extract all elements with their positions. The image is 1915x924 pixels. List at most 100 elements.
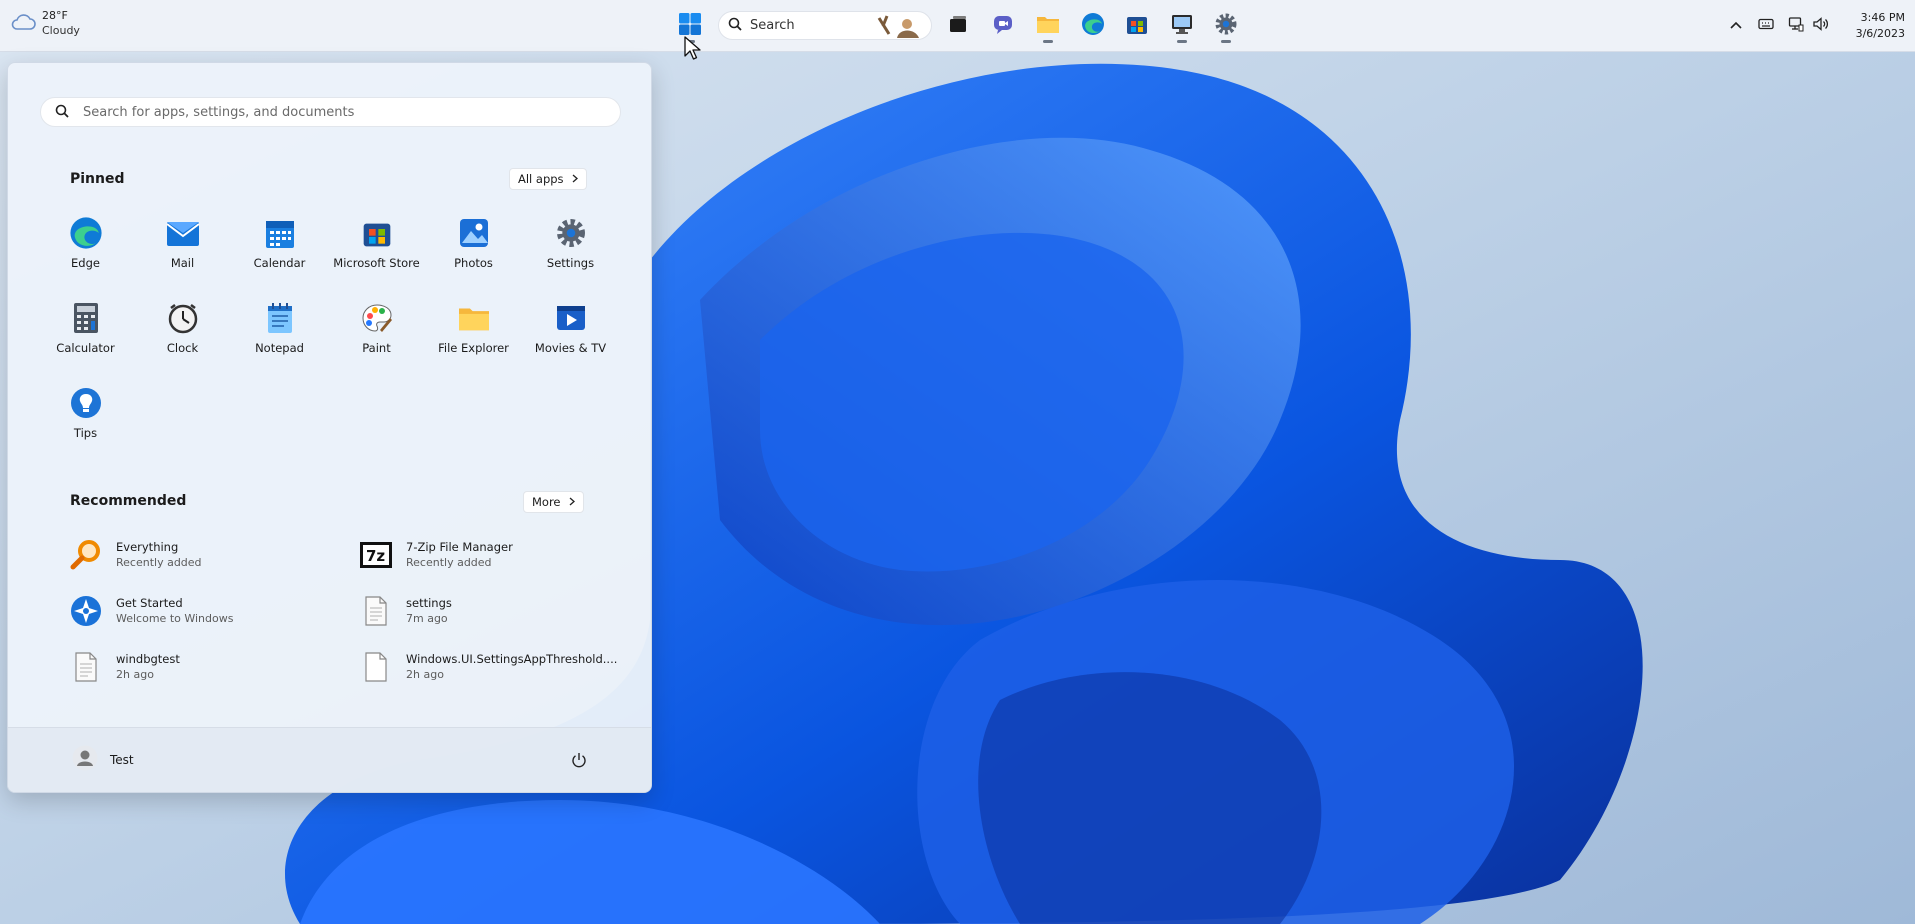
start-search-box[interactable] [40,97,621,127]
remote-desktop-taskbar-button[interactable] [1167,10,1197,43]
mouse-cursor-icon [684,36,702,65]
user-name: Test [110,752,134,767]
store-icon [359,215,395,251]
monitor-icon [1170,12,1194,39]
recommended-title-text: windbgtest [116,652,180,666]
weather-temp: 28°F [42,9,68,22]
chevron-up-icon[interactable] [1730,19,1742,33]
recommended-subtitle-text: Recently added [116,556,202,569]
volume-icon[interactable] [1812,16,1830,35]
pinned-app-mail[interactable]: Mail [134,213,231,283]
pinned-app-microsoft-store[interactable]: Microsoft Store [328,213,425,283]
recommended-subtitle-text: Recently added [406,556,492,569]
pinned-app-label: Clock [166,341,199,355]
recommended-title-text: Windows.UI.SettingsAppThreshold.... [406,652,618,666]
search-icon [728,17,742,34]
pinned-app-file-explorer[interactable]: File Explorer [425,298,522,368]
settings-taskbar-button[interactable] [1211,10,1241,43]
store-taskbar-button[interactable] [1122,10,1152,40]
mail-icon [165,215,201,251]
calculator-icon [68,300,104,336]
svg-text:7z: 7z [366,547,385,565]
7zip-icon: 7z [358,537,394,573]
pinned-app-settings[interactable]: Settings [522,213,619,283]
gear-icon [553,215,589,251]
taskbar: 28°F Cloudy Search 3:46 PM 3/6/2023 [0,0,1915,52]
pinned-app-label: Settings [546,256,595,270]
recommended-item[interactable]: windbgtest 2h ago [68,644,348,690]
folder-icon [456,300,492,336]
search-icon [55,104,69,121]
taskbar-search-label: Search [750,18,795,33]
file-explorer-button[interactable] [1033,10,1063,43]
pinned-app-label: Movies & TV [534,341,607,355]
pinned-app-label: Calendar [253,256,306,270]
clock-icon [165,300,201,336]
pinned-app-label: Mail [170,256,195,270]
keyboard-icon[interactable] [1758,18,1774,33]
task-view-button[interactable] [943,10,973,40]
user-account-button[interactable]: Test [72,745,134,774]
weather-condition: Cloudy [42,24,80,37]
movies-icon [553,300,589,336]
document-icon [358,649,394,685]
clock-time: 3:46 PM [1860,11,1905,24]
cloud-icon [10,13,36,34]
pinned-title: Pinned [70,171,125,187]
recommended-title-text: settings [406,596,452,610]
recommended-title-text: Everything [116,540,179,554]
pinned-app-label: Microsoft Store [333,256,420,270]
pinned-app-label: Calculator [56,341,115,355]
pinned-app-clock[interactable]: Clock [134,298,231,368]
weather-widget[interactable]: 28°F Cloudy [10,8,80,38]
get-started-icon [68,593,104,629]
edge-icon [1081,12,1105,39]
start-menu-footer: Test [8,727,651,792]
recommended-item[interactable]: 7z 7-Zip File Manager Recently added [358,532,638,578]
more-label: More [532,495,561,509]
recommended-subtitle-text: Welcome to Windows [116,612,234,625]
recommended-item[interactable]: Everything Recently added [68,532,348,578]
recommended-item[interactable]: settings 7m ago [358,588,638,634]
recommended-item[interactable]: Get Started Welcome to Windows [68,588,348,634]
power-icon [571,752,587,771]
recommended-title: Recommended [70,493,187,509]
power-button[interactable] [564,746,594,776]
clock[interactable]: 3:46 PM 3/6/2023 [1856,10,1905,42]
pinned-app-edge[interactable]: Edge [37,213,134,283]
recommended-item[interactable]: Windows.UI.SettingsAppThreshold.... 2h a… [358,644,638,690]
system-tray [1730,0,1830,51]
pinned-app-calculator[interactable]: Calculator [37,298,134,368]
calendar-icon [262,215,298,251]
chevron-right-icon [569,495,575,509]
pinned-app-paint[interactable]: Paint [328,298,425,368]
pinned-app-label: Photos [454,256,493,270]
pinned-app-notepad[interactable]: Notepad [231,298,328,368]
everything-search-icon [68,537,104,573]
paint-icon [359,300,395,336]
network-icon[interactable] [1788,16,1804,35]
all-apps-button[interactable]: All apps [509,168,587,190]
document-icon [358,593,394,629]
chat-icon [992,13,1014,38]
pinned-app-movies-tv[interactable]: Movies & TV [522,298,619,368]
pinned-app-calendar[interactable]: Calendar [231,213,328,283]
recommended-title-text: 7-Zip File Manager [406,540,513,554]
edge-taskbar-button[interactable] [1078,10,1108,40]
pinned-app-tips[interactable]: Tips [37,383,134,453]
clock-date: 3/6/2023 [1855,27,1905,40]
photos-icon [456,215,492,251]
taskbar-search-box[interactable]: Search [718,11,932,40]
start-search-input[interactable] [81,103,605,121]
pinned-app-photos[interactable]: Photos [425,213,522,283]
recommended-subtitle-text: 7m ago [406,612,448,625]
pinned-app-label: Notepad [255,341,304,355]
chat-button[interactable] [988,10,1018,40]
windows-logo-icon [678,12,702,39]
pinned-app-label: Edge [71,256,100,270]
more-button[interactable]: More [523,491,584,513]
chevron-right-icon [572,172,578,186]
pinned-app-label: Paint [362,341,391,355]
recommended-title-text: Get Started [116,596,183,610]
avatar [72,745,98,774]
